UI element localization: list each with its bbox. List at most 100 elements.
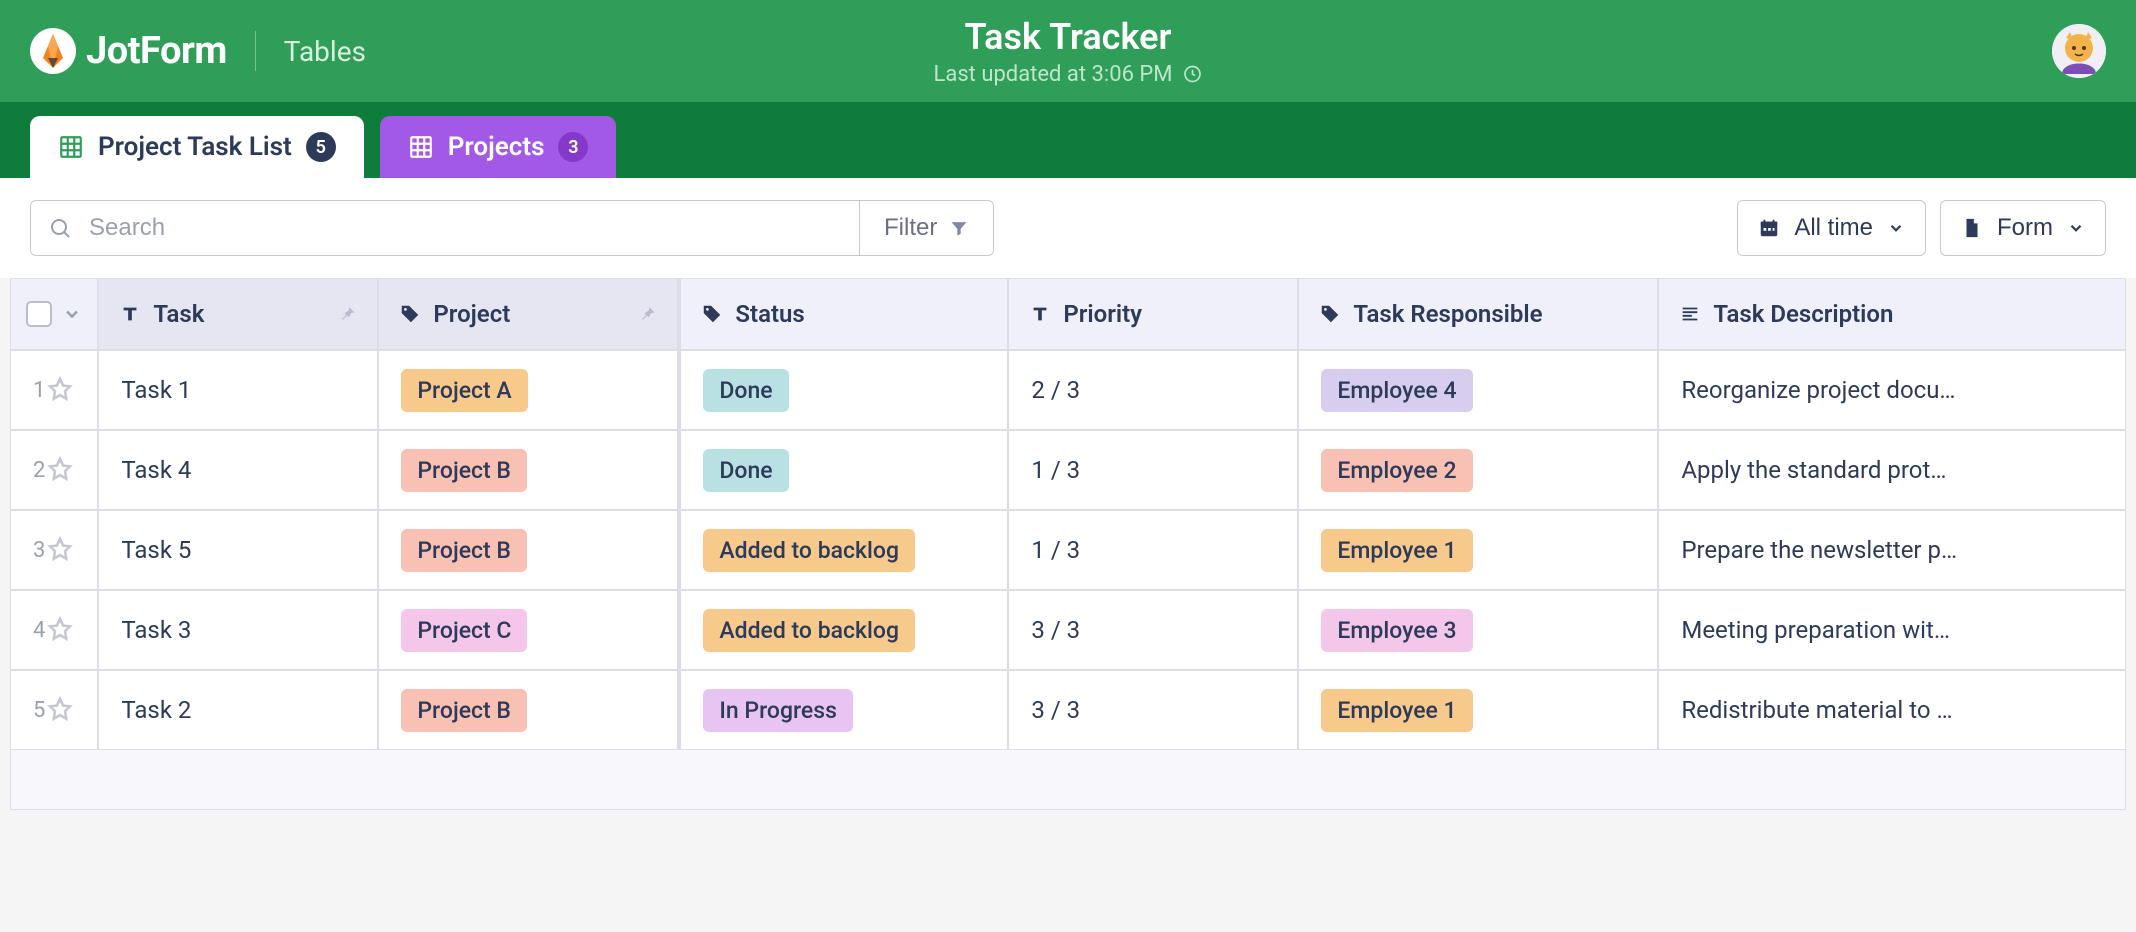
column-header-project[interactable]: Project <box>378 278 678 350</box>
table-footer-space <box>10 750 2126 810</box>
column-header-responsible[interactable]: Task Responsible <box>1298 278 1658 350</box>
cell-project[interactable]: Project B <box>378 510 678 590</box>
cell-responsible[interactable]: Employee 4 <box>1298 350 1658 430</box>
cell-task[interactable]: Task 1 <box>98 350 378 430</box>
cell-status[interactable]: Done <box>678 430 1008 510</box>
table-icon <box>408 134 434 160</box>
table-row[interactable]: 1 Task 1 Project A Done 2 / 3 Employee 4 Reorg… <box>10 350 2126 430</box>
cell-responsible[interactable]: Employee 1 <box>1298 510 1658 590</box>
cell-project[interactable]: Project A <box>378 350 678 430</box>
cell-priority[interactable]: 1 / 3 <box>1008 430 1298 510</box>
cell-responsible[interactable]: Employee 3 <box>1298 590 1658 670</box>
cell-priority[interactable]: 3 / 3 <box>1008 590 1298 670</box>
cell-task[interactable]: Task 3 <box>98 590 378 670</box>
chip[interactable]: Added to backlog <box>703 529 915 572</box>
cell-description[interactable]: Prepare the newsletter p… <box>1658 510 2126 590</box>
chip[interactable]: Project C <box>401 609 527 652</box>
brand-name: JotForm <box>86 29 227 73</box>
cell-description[interactable]: Redistribute material to … <box>1658 670 2126 750</box>
chip[interactable]: Done <box>703 369 788 412</box>
logo-block: JotForm Tables <box>30 28 366 74</box>
table-icon <box>58 134 84 160</box>
chip[interactable]: Employee 1 <box>1321 529 1472 572</box>
star-icon[interactable] <box>45 695 75 725</box>
product-name[interactable]: Tables <box>284 35 366 68</box>
star-icon[interactable] <box>45 535 75 565</box>
table-row[interactable]: 3Task 5 Project B Added to backlog 1 / 3 Emp… <box>10 510 2126 590</box>
tab-count-badge: 3 <box>558 132 588 162</box>
cell-task[interactable]: Task 4 <box>98 430 378 510</box>
chevron-down-icon[interactable] <box>62 304 82 324</box>
tabs-bar: Project Task List 5 Projects 3 <box>0 102 2136 178</box>
cell-project[interactable]: Project B <box>378 670 678 750</box>
row-number: 1 <box>33 378 45 403</box>
chip[interactable]: Project A <box>401 369 527 412</box>
chip[interactable]: Added to backlog <box>703 609 915 652</box>
page-title[interactable]: Task Tracker <box>934 16 1203 58</box>
column-label: Status <box>735 300 804 328</box>
funnel-icon <box>949 218 969 238</box>
column-header-task[interactable]: Task <box>98 278 378 350</box>
cell-status[interactable]: Added to backlog <box>678 510 1008 590</box>
chip[interactable]: Project B <box>401 529 527 572</box>
select-all-checkbox[interactable] <box>26 301 52 327</box>
tab-label: Project Task List <box>98 132 292 162</box>
star-icon[interactable] <box>45 375 75 405</box>
column-header-status[interactable]: Status <box>678 278 1008 350</box>
brand-logo[interactable]: JotForm <box>30 28 227 74</box>
column-header-description[interactable]: Task Description <box>1658 278 2126 350</box>
search-filter-group: Filter <box>30 200 994 256</box>
chip[interactable]: Employee 4 <box>1321 369 1472 412</box>
cell-status[interactable]: In Progress <box>678 670 1008 750</box>
column-label: Task Description <box>1713 300 1893 328</box>
tab-project-task-list[interactable]: Project Task List 5 <box>30 116 364 178</box>
chevron-down-icon <box>1887 219 1905 237</box>
cell-responsible[interactable]: Employee 2 <box>1298 430 1658 510</box>
divider <box>255 31 256 71</box>
form-button[interactable]: Form <box>1940 200 2106 256</box>
cell-description[interactable]: Reorganize project docu… <box>1658 350 2126 430</box>
star-icon[interactable] <box>45 615 75 645</box>
row-leading-cell: 3 <box>10 510 98 590</box>
chip[interactable]: Project B <box>401 449 527 492</box>
cell-priority[interactable]: 3 / 3 <box>1008 670 1298 750</box>
chip[interactable]: Project B <box>401 689 527 732</box>
cell-description[interactable]: Meeting preparation wit… <box>1658 590 2126 670</box>
table-row[interactable]: 4 Task 3 Project C Added to backlog 3 / 3 Emp… <box>10 590 2126 670</box>
chip[interactable]: In Progress <box>703 689 853 732</box>
filter-button[interactable]: Filter <box>860 200 994 256</box>
chip[interactable]: Employee 1 <box>1321 689 1472 732</box>
pin-icon[interactable] <box>337 304 357 324</box>
cell-responsible[interactable]: Employee 1 <box>1298 670 1658 750</box>
row-leading-cell: 1 <box>10 350 98 430</box>
avatar[interactable] <box>2052 24 2106 78</box>
search-input[interactable] <box>30 200 860 256</box>
row-leading-cell: 2 <box>10 430 98 510</box>
cell-status[interactable]: Done <box>678 350 1008 430</box>
pin-icon[interactable] <box>637 304 657 324</box>
column-label: Project <box>433 300 510 328</box>
chip[interactable]: Done <box>703 449 788 492</box>
calendar-icon <box>1758 217 1780 239</box>
cell-project[interactable]: Project C <box>378 590 678 670</box>
table-row[interactable]: 2Task 4 Project B Done 1 / 3 Employee 2 Apply… <box>10 430 2126 510</box>
star-icon[interactable] <box>45 455 75 485</box>
chip[interactable]: Employee 2 <box>1321 449 1472 492</box>
tab-projects[interactable]: Projects 3 <box>380 116 617 178</box>
cell-task[interactable]: Task 5 <box>98 510 378 590</box>
cell-task[interactable]: Task 2 <box>98 670 378 750</box>
page-subtitle: Last updated at 3:06 PM <box>934 62 1203 87</box>
text-icon <box>1029 303 1051 325</box>
cell-priority[interactable]: 1 / 3 <box>1008 510 1298 590</box>
cell-description[interactable]: Apply the standard prot… <box>1658 430 2126 510</box>
column-header-priority[interactable]: Priority <box>1008 278 1298 350</box>
header-checkbox-cell <box>10 278 98 350</box>
chip[interactable]: Employee 3 <box>1321 609 1472 652</box>
cell-status[interactable]: Added to backlog <box>678 590 1008 670</box>
table-row[interactable]: 5Task 2Project BIn Progress3 / 3Employee… <box>10 670 2126 750</box>
header-top: JotForm Tables Task Tracker Last updated… <box>0 0 2136 102</box>
cell-priority[interactable]: 2 / 3 <box>1008 350 1298 430</box>
cell-project[interactable]: Project B <box>378 430 678 510</box>
row-number: 4 <box>33 618 45 643</box>
time-filter-button[interactable]: All time <box>1737 200 1926 256</box>
